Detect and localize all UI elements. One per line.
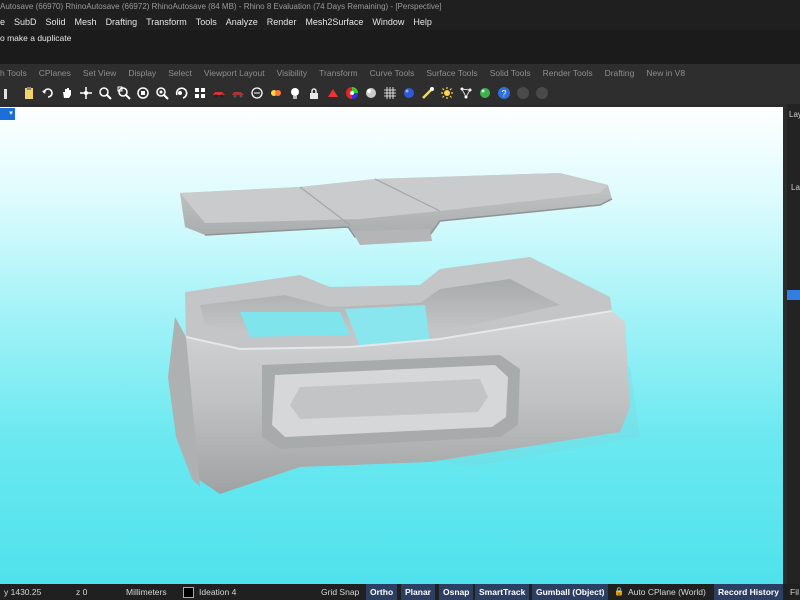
panel-tab-layers[interactable]: Lay [789,110,800,119]
ortho-toggle[interactable]: Ortho [366,584,398,600]
svg-text:?: ? [501,89,506,99]
menu-item-drafting[interactable]: Drafting [106,17,144,27]
color-wheel-icon[interactable] [344,86,359,101]
planar-toggle[interactable]: Planar [401,584,435,600]
menu-bar: e SubD Solid Mesh Drafting Transform Too… [0,14,800,30]
tab-set-view[interactable]: Set View [83,68,116,78]
grid-snap-toggle[interactable]: Grid Snap [321,584,359,600]
toolbar-tabs: h Tools CPlanes Set View Display Select … [0,64,800,82]
lock-icon[interactable] [306,86,321,101]
viewport-tab[interactable] [0,108,7,120]
perspective-viewport[interactable] [0,107,783,584]
menu-item-render[interactable]: Render [267,17,303,27]
command-history[interactable] [0,30,800,64]
menu-item-edit[interactable]: e [0,17,11,27]
cplane-icon[interactable] [249,86,264,101]
osnap-toggle[interactable]: Osnap [439,584,474,600]
material-icon[interactable] [325,86,340,101]
window-title: Autosave (66970) RhinoAutosave (66972) R… [0,0,800,14]
help-icon[interactable]: ? [496,86,511,101]
filter-label[interactable]: Fil [790,584,799,600]
select-grid-icon[interactable] [192,86,207,101]
zoom-window-icon[interactable] [116,86,131,101]
model-render [168,173,640,494]
menu-item-tools[interactable]: Tools [196,17,223,27]
lightbulb-icon[interactable] [287,86,302,101]
tab-curve-tools[interactable]: Curve Tools [370,68,415,78]
clipboard-icon[interactable] [21,86,36,101]
record-history-toggle[interactable]: Record History [714,584,783,600]
menu-item-window[interactable]: Window [372,17,410,27]
units-label[interactable]: Millimeters [126,584,167,600]
green-sphere-icon[interactable] [477,86,492,101]
coord-z: z 0 [76,587,88,597]
menu-item-mesh[interactable]: Mesh [75,17,103,27]
network-icon[interactable] [458,86,473,101]
smarttrack-toggle[interactable]: SmartTrack [475,584,530,600]
selected-layer-row[interactable] [787,290,800,300]
rotate-view-icon[interactable] [173,86,188,101]
round-button-icon[interactable] [534,86,549,101]
menu-item-subd[interactable]: SubD [14,17,43,27]
layers-header: Lay [791,183,800,192]
move-view-icon[interactable] [78,86,93,101]
layer-color-swatch[interactable] [183,587,194,598]
render-icon[interactable] [420,86,435,101]
cplane-mode[interactable]: Auto CPlane (World) [628,584,706,600]
gumball-toggle[interactable]: Gumball (Object) [532,584,609,600]
tab-render-tools[interactable]: Render Tools [543,68,593,78]
command-prompt: o make a duplicate [0,33,72,43]
zoom-extents-icon[interactable] [135,86,150,101]
tab-visibility[interactable]: Visibility [277,68,308,78]
tab-cplanes[interactable]: CPlanes [39,68,71,78]
tab-select[interactable]: Select [168,68,192,78]
zoom-selected-icon[interactable] [154,86,169,101]
tab-new-in-v8[interactable]: New in V8 [646,68,685,78]
menu-item-transform[interactable]: Transform [146,17,193,27]
undo-icon[interactable] [40,86,55,101]
tab-drafting[interactable]: Drafting [605,68,635,78]
coord-y: y 1430.25 [4,587,42,597]
rendered-car-icon[interactable] [230,86,245,101]
menu-item-analyze[interactable]: Analyze [226,17,264,27]
lid-part [180,173,613,245]
grid-snap-icon[interactable] [382,86,397,101]
viewport-menu-icon[interactable]: ▾ [7,108,15,120]
shaded-car-icon[interactable] [211,86,226,101]
tab-viewport-layout[interactable]: Viewport Layout [204,68,265,78]
round-button-icon[interactable] [515,86,530,101]
menu-item-help[interactable]: Help [413,17,438,27]
tab-solid-tools[interactable]: Solid Tools [490,68,531,78]
tab-transform[interactable]: Transform [319,68,357,78]
tab-surface-tools[interactable]: Surface Tools [426,68,477,78]
current-layer[interactable]: Ideation 4 [199,584,236,600]
sun-icon[interactable] [439,86,454,101]
menu-item-solid[interactable]: Solid [46,17,72,27]
new-file-icon[interactable] [2,86,17,101]
tab-tools[interactable]: h Tools [0,68,27,78]
body-part [168,257,630,494]
display-mode-icon[interactable] [268,86,283,101]
standard-toolbar: ? [0,82,800,104]
lock-icon[interactable]: 🔒 [614,584,624,600]
pan-hand-icon[interactable] [59,86,74,101]
tab-display[interactable]: Display [128,68,156,78]
layers-panel[interactable] [787,104,800,584]
blue-sphere-icon[interactable] [401,86,416,101]
sphere-icon[interactable] [363,86,378,101]
zoom-icon[interactable] [97,86,112,101]
menu-item-mesh2surface[interactable]: Mesh2Surface [305,17,369,27]
